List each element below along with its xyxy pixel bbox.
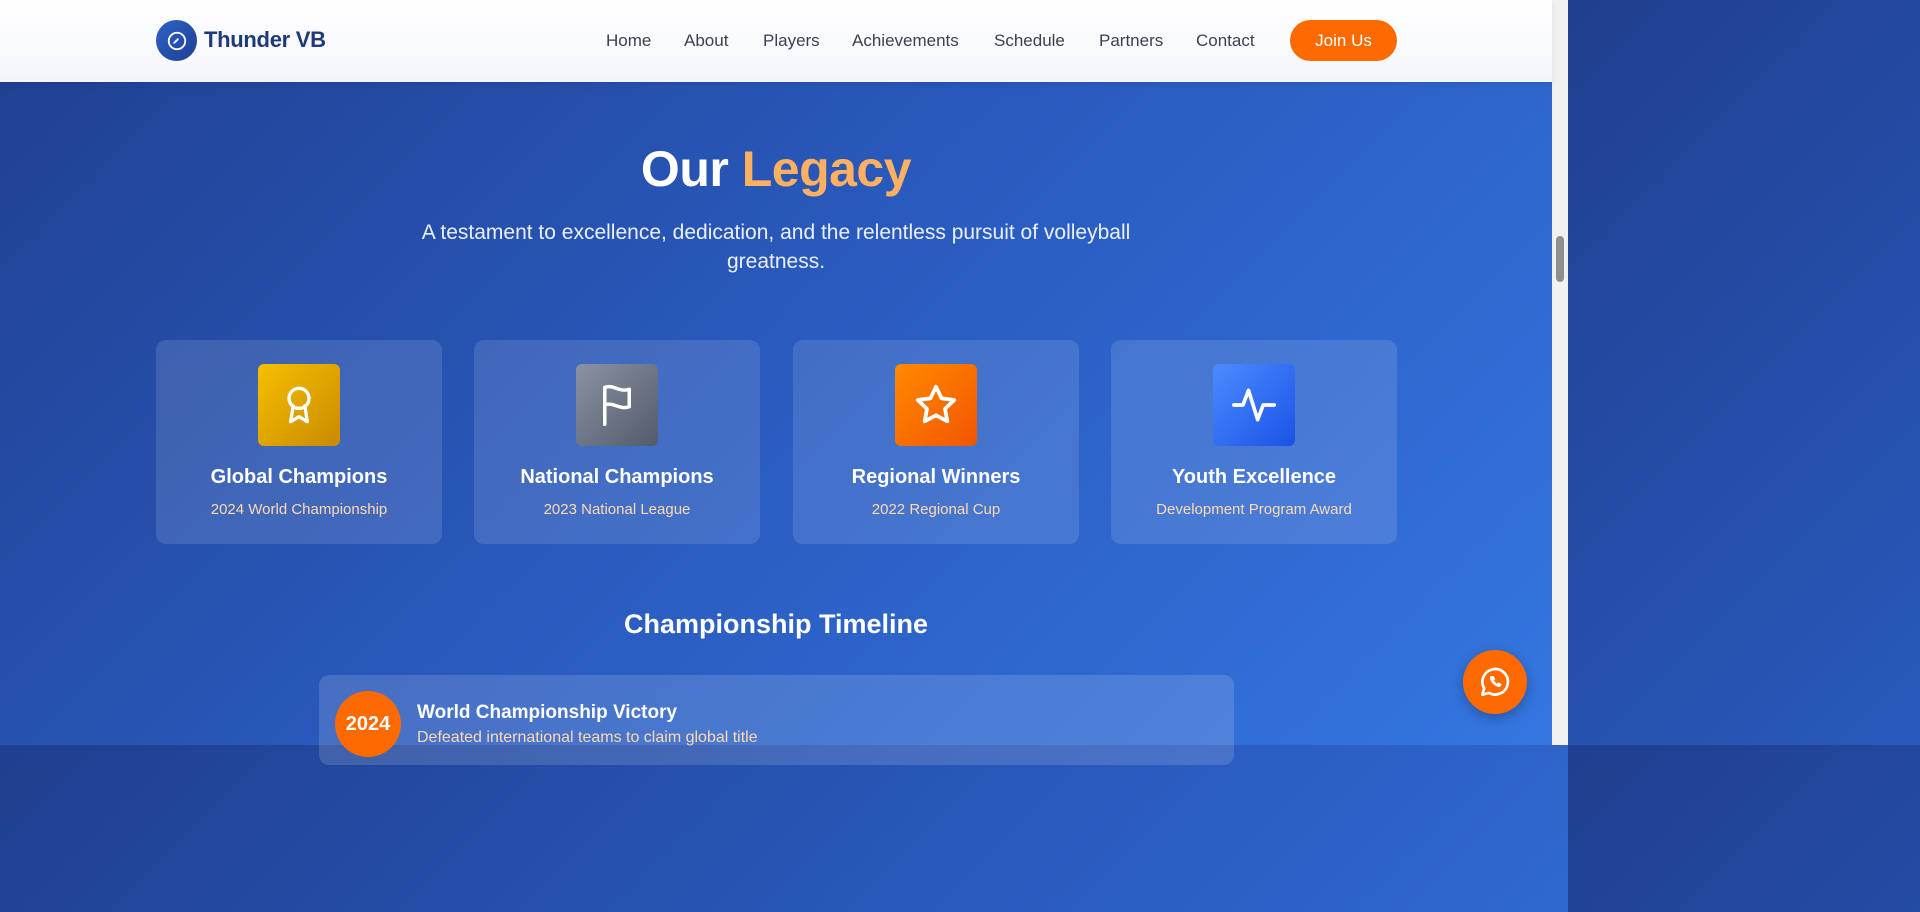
whatsapp-icon [1480, 667, 1510, 697]
card-subtitle: 2024 World Championship [210, 501, 388, 518]
achievement-card-regional: Regional Winners 2022 Regional Cup [793, 340, 1079, 544]
activity-icon [1213, 364, 1295, 446]
nav-link-partners[interactable]: Partners [1099, 31, 1163, 51]
timeline-title: Championship Timeline [623, 609, 929, 639]
card-subtitle: Development Program Award [1156, 501, 1352, 518]
title-main: Our [640, 141, 729, 197]
nav-link-players[interactable]: Players [763, 31, 820, 51]
timeline-item-title: World Championship Victory [417, 702, 678, 723]
timeline-item-description: Defeated international teams to claim gl… [417, 729, 758, 746]
card-title: Regional Winners [851, 466, 1021, 488]
top-navbar: Thunder VB Home About Players Achievemen… [0, 0, 1552, 82]
scrollbar-thumb[interactable] [1556, 236, 1564, 282]
achievement-card-national: National Champions 2023 National League [474, 340, 760, 544]
whatsapp-chat-button[interactable] [1463, 650, 1527, 714]
achievement-card-global: Global Champions 2024 World Championship [156, 340, 442, 544]
card-title: Youth Excellence [1171, 466, 1337, 488]
flag-icon [576, 364, 658, 446]
card-subtitle: 2023 National League [543, 501, 691, 518]
star-icon [895, 364, 977, 446]
award-ribbon-icon [258, 364, 340, 446]
nav-link-schedule[interactable]: Schedule [994, 31, 1065, 51]
join-us-button[interactable]: Join Us [1290, 20, 1397, 61]
card-title: Global Champions [210, 466, 388, 488]
nav-link-contact[interactable]: Contact [1196, 31, 1255, 51]
section-subtitle: A testament to excellence, dedication, a… [421, 221, 1131, 273]
page-scrollbar[interactable] [1552, 0, 1568, 745]
nav-link-home[interactable]: Home [606, 31, 651, 51]
timeline-item: 2024 World Championship Victory Defeated… [319, 675, 1234, 765]
volleyball-icon[interactable] [156, 20, 197, 61]
nav-link-achievements[interactable]: Achievements [852, 31, 959, 51]
timeline-year-badge: 2024 [335, 691, 401, 757]
card-subtitle: 2022 Regional Cup [871, 501, 1001, 518]
achievement-card-youth: Youth Excellence Development Program Awa… [1111, 340, 1397, 544]
section-title: Our Legacy [0, 140, 1552, 198]
brand-name[interactable]: Thunder VB [204, 27, 326, 53]
title-accent: Legacy [741, 141, 912, 197]
nav-link-about[interactable]: About [684, 31, 728, 51]
card-title: National Champions [520, 466, 714, 488]
